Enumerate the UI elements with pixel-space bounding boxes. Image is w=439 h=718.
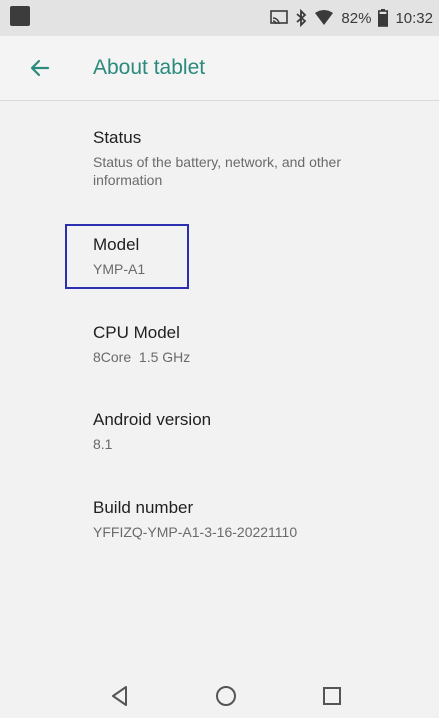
model-highlight-box: [65, 224, 189, 289]
wifi-icon: [314, 10, 334, 26]
battery-icon: [378, 9, 389, 27]
list-item-build-number[interactable]: Build number YFFIZQ-YMP-A1-3-16-20221110: [93, 497, 413, 541]
back-triangle-icon[interactable]: [106, 682, 134, 710]
list-item-subtitle: Status of the battery, network, and othe…: [93, 154, 341, 188]
list-item-title: Android version: [93, 410, 212, 429]
home-circle-icon[interactable]: [212, 682, 240, 710]
status-icons: 82% 10:32: [270, 7, 433, 29]
screen-cast-icon: [270, 10, 289, 26]
clock: 10:32: [395, 9, 433, 27]
navigation-bar: [0, 672, 439, 718]
list-item-title: CPU Model: [93, 323, 180, 342]
list-item-status[interactable]: Status Status of the battery, network, a…: [93, 127, 413, 189]
notification-icon: [10, 6, 30, 26]
list-item-subtitle: 8.1: [93, 436, 113, 452]
list-item-title: Status: [93, 128, 142, 147]
back-arrow-icon[interactable]: [24, 52, 56, 84]
recents-square-icon[interactable]: [318, 682, 346, 710]
app-bar: About tablet: [0, 36, 439, 101]
list-item-subtitle: YFFIZQ-YMP-A1-3-16-20221110: [93, 524, 298, 540]
bluetooth-icon: [295, 9, 307, 27]
list-item-subtitle: 8Core 1.5 GHz: [93, 349, 191, 365]
page-title: About tablet: [93, 56, 206, 79]
list-item-cpu-model[interactable]: CPU Model 8Core 1.5 GHz: [93, 322, 413, 366]
list-item-android-version[interactable]: Android version 8.1: [93, 409, 413, 453]
list-item-title: Build number: [93, 498, 194, 517]
battery-percent: 82%: [341, 9, 372, 27]
status-bar: 82% 10:32: [0, 0, 439, 36]
